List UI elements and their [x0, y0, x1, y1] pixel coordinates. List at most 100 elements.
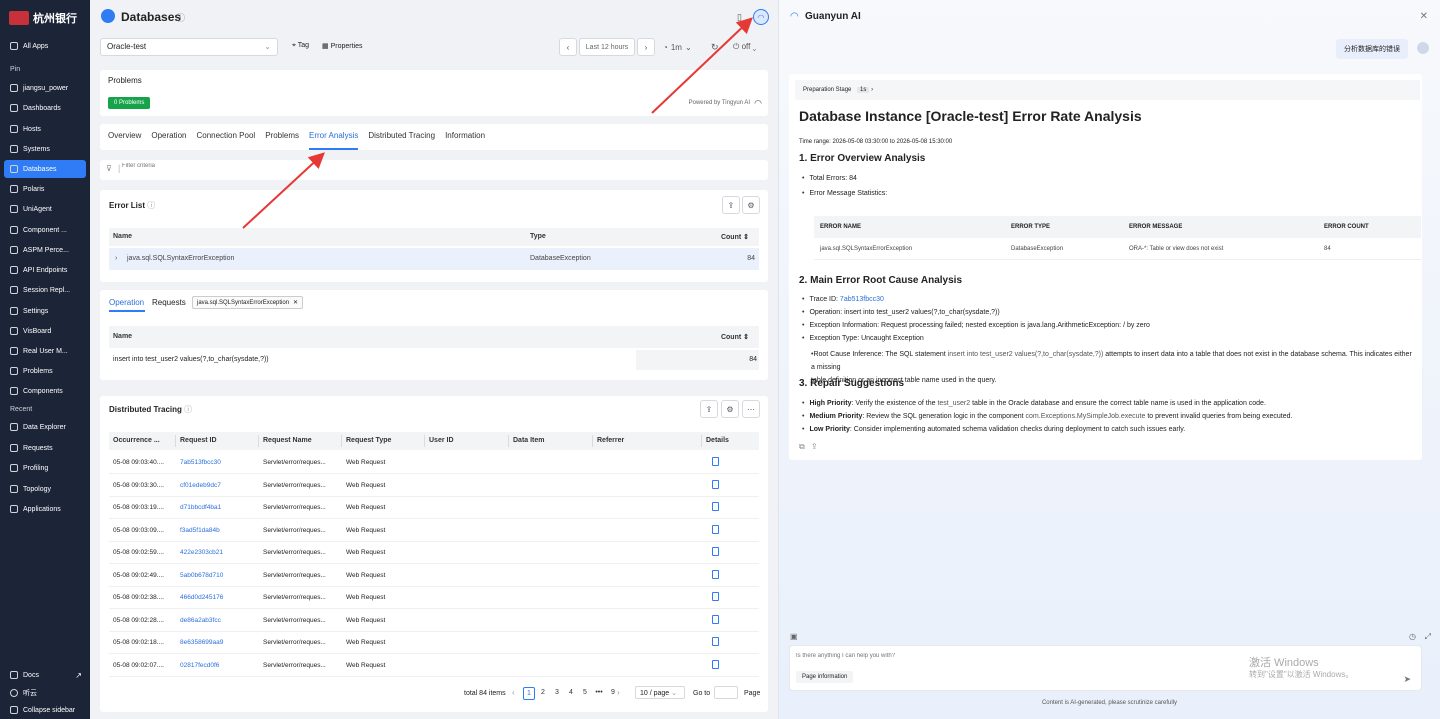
sidebar-item[interactable]: Systems: [4, 140, 86, 158]
prev-time-button[interactable]: ‹: [559, 38, 577, 56]
column-header[interactable]: Request ID: [180, 437, 217, 444]
trace-id-link[interactable]: 7ab513fbcc30: [840, 296, 884, 303]
preparation-stage[interactable]: Preparation Stage 1s ›: [795, 80, 1420, 100]
table-row[interactable]: 05-08 09:02:38.... 466d0d245176 Servlet/er…: [109, 587, 759, 609]
settings-icon[interactable]: ⚙: [742, 196, 760, 214]
page-button[interactable]: 5: [579, 687, 591, 700]
details-icon[interactable]: [712, 502, 719, 511]
close-icon[interactable]: ✕: [1420, 11, 1428, 22]
table-row[interactable]: 05-08 09:02:18.... 8e6358699aa9 Servlet/er…: [109, 632, 759, 654]
sidebar-item[interactable]: Requests: [4, 439, 86, 457]
ai-assistant-icon[interactable]: ◠: [753, 9, 769, 25]
details-icon[interactable]: [712, 614, 719, 624]
request-id-link[interactable]: 7ab513fbcc30: [180, 459, 221, 466]
sidebar-item[interactable]: ASPM Perce...: [4, 241, 86, 259]
sidebar-item[interactable]: Session Repl...: [4, 281, 86, 299]
table-row[interactable]: 05-08 09:02:49.... 5ab0b678d710 Servlet/er…: [109, 565, 759, 587]
history-icon[interactable]: ◷: [1409, 632, 1416, 641]
info-icon[interactable]: ⓘ: [184, 405, 192, 414]
close-icon[interactable]: ✕: [293, 299, 298, 306]
details-icon[interactable]: [712, 637, 719, 646]
export-icon[interactable]: ⇪: [700, 400, 718, 418]
sidebar-item[interactable]: Components: [4, 382, 86, 400]
tab-item[interactable]: Information: [445, 124, 485, 150]
share-icon[interactable]: ⇪: [811, 442, 818, 451]
filter-input[interactable]: [122, 163, 422, 169]
export-icon[interactable]: ⇪: [722, 196, 740, 214]
prev-page-button[interactable]: ‹: [512, 688, 515, 697]
page-button[interactable]: 3: [551, 687, 563, 700]
more-icon[interactable]: ⋯: [742, 400, 760, 418]
time-range-picker[interactable]: Last 12 hours: [579, 38, 635, 56]
sidebar-item[interactable]: Applications: [4, 500, 86, 518]
page-size-select[interactable]: 10 / page ⌄: [635, 686, 685, 699]
problems-badge[interactable]: 0 Problems: [108, 97, 151, 109]
sidebar-docs[interactable]: Docs ↗: [4, 666, 86, 684]
column-header-name[interactable]: Name: [113, 333, 132, 340]
request-id-link[interactable]: de86a2ab3fcc: [180, 617, 221, 624]
chat-input[interactable]: [796, 653, 1216, 659]
details-icon[interactable]: [712, 592, 719, 601]
expand-icon[interactable]: ⤢: [1425, 632, 1431, 642]
column-header[interactable]: Request Type: [346, 437, 391, 444]
settings-icon[interactable]: ⚙: [721, 400, 739, 418]
sidebar-item[interactable]: Hosts: [4, 120, 86, 138]
table-row[interactable]: › java.sql.SQLSyntaxErrorException Datab…: [109, 248, 759, 270]
new-chat-icon[interactable]: ▣: [790, 632, 798, 641]
page-button[interactable]: 4: [565, 687, 577, 700]
details-icon[interactable]: [712, 547, 719, 556]
sidebar-item[interactable]: Settings: [4, 302, 86, 320]
instance-select[interactable]: Oracle-test ⌄: [100, 38, 278, 56]
tab-item[interactable]: Operation: [151, 124, 186, 150]
tag-button[interactable]: ⌖ Tag: [292, 42, 309, 50]
next-time-button[interactable]: ›: [637, 38, 655, 56]
column-header[interactable]: Data Item: [513, 437, 545, 444]
sidebar-item[interactable]: jiangsu_power: [4, 79, 86, 97]
sidebar-item[interactable]: Profiling: [4, 459, 86, 477]
details-icon[interactable]: [712, 457, 719, 466]
request-id-link[interactable]: 422e2303cb21: [180, 549, 223, 556]
details-icon[interactable]: [712, 524, 719, 534]
request-id-link[interactable]: 466d0d245176: [180, 594, 223, 601]
tab-operation[interactable]: Operation: [109, 298, 144, 307]
table-row[interactable]: 05-08 09:03:09.... f3ad5f1da84b Servlet/er…: [109, 520, 759, 542]
properties-button[interactable]: ▦ Properties: [322, 42, 362, 50]
auto-refresh-select[interactable]: ⏻ off ⌄: [733, 42, 756, 52]
sidebar-item[interactable]: Topology: [4, 480, 86, 498]
tab-item[interactable]: Error Analysis: [309, 124, 359, 150]
column-header[interactable]: Request Name: [263, 437, 312, 444]
refresh-icon[interactable]: ↻: [711, 42, 719, 53]
tab-requests[interactable]: Requests: [152, 298, 186, 307]
sidebar-item[interactable]: Databases: [4, 160, 86, 178]
request-id-link[interactable]: 5ab0b678d710: [180, 572, 223, 579]
table-row[interactable]: 05-08 09:03:40.... 7ab513fbcc30 Servlet/er…: [109, 452, 759, 474]
table-row[interactable]: 05-08 09:03:19.... d71bbcdf4ba1 Servlet/er…: [109, 497, 759, 519]
brand-logo[interactable]: 杭州银行: [0, 0, 90, 36]
details-icon[interactable]: [712, 659, 719, 669]
column-header-count[interactable]: Count ⇕: [721, 333, 749, 341]
request-id-link[interactable]: f3ad5f1da84b: [180, 527, 220, 534]
copy-icon[interactable]: ⧉: [799, 442, 805, 452]
details-icon[interactable]: [712, 569, 719, 579]
column-header-name[interactable]: Name: [113, 233, 132, 240]
sidebar-item[interactable]: Real User M...: [4, 342, 86, 360]
sidebar-item[interactable]: Polaris: [4, 180, 86, 198]
column-header[interactable]: Details: [706, 437, 729, 444]
filter-chip[interactable]: java.sql.SQLSyntaxErrorException ✕: [192, 296, 304, 309]
sidebar-item[interactable]: Dashboards: [4, 99, 86, 117]
sidebar-item[interactable]: Data Explorer: [4, 418, 86, 436]
table-row[interactable]: insert into test_user2 values(?,to_char(…: [109, 350, 759, 370]
info-icon[interactable]: ⓘ: [176, 11, 185, 24]
column-header[interactable]: Occurrence ...: [113, 437, 160, 444]
info-icon[interactable]: ⓘ: [147, 201, 155, 210]
send-icon[interactable]: ➤: [1403, 674, 1411, 685]
column-header[interactable]: User ID: [429, 437, 454, 444]
tab-item[interactable]: Distributed Tracing: [368, 124, 435, 150]
request-id-link[interactable]: 02817fecd0f6: [180, 662, 219, 669]
table-row[interactable]: 05-08 09:03:30.... cf01edeb9dc7 Servlet/er…: [109, 475, 759, 497]
column-header-type[interactable]: Type: [530, 233, 546, 240]
goto-page-input[interactable]: [714, 686, 738, 699]
table-row[interactable]: 05-08 09:02:59.... 422e2303cb21 Servlet/er…: [109, 542, 759, 564]
table-row[interactable]: 05-08 09:02:28.... de86a2ab3fcc Servlet/er…: [109, 610, 759, 632]
bookmark-icon[interactable]: ▯: [737, 12, 742, 23]
